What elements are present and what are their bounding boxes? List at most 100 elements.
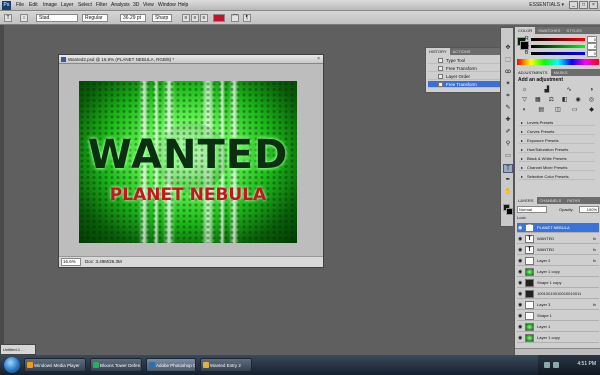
tab-styles[interactable]: STYLES bbox=[563, 27, 584, 34]
taskbar-button[interactable]: Bloons Tower Defen... bbox=[90, 358, 142, 372]
photo-filter-icon[interactable]: ◉ bbox=[575, 97, 582, 104]
layer-row[interactable]: ◉ T WANTED fx bbox=[517, 245, 599, 255]
blend-mode-select[interactable]: Normal bbox=[517, 206, 547, 213]
clock[interactable]: 4:51 PM bbox=[577, 361, 596, 367]
layer-row[interactable]: ◉ Layer 1 copy bbox=[517, 333, 599, 343]
layer-row[interactable]: ◉ Layer 1 bbox=[517, 322, 599, 332]
tab-actions[interactable]: ACTIONS bbox=[450, 48, 474, 55]
levels-icon[interactable]: ▟ bbox=[543, 87, 550, 94]
history-item[interactable]: Free Transform bbox=[428, 65, 510, 72]
character-panel-icon[interactable]: ¶ bbox=[243, 14, 251, 22]
menu-file[interactable]: File bbox=[16, 1, 24, 10]
hue-saturation-icon[interactable]: ▦ bbox=[534, 97, 541, 104]
threshold-icon[interactable]: ◫ bbox=[555, 107, 562, 114]
layer-row[interactable]: ◉ Shape 1 copy bbox=[517, 278, 599, 288]
align-center-icon[interactable]: ≡ bbox=[191, 14, 199, 22]
history-item[interactable]: Layer Order bbox=[428, 73, 510, 80]
layer-thumbnail[interactable] bbox=[525, 268, 534, 276]
layer-name[interactable]: WANTED bbox=[537, 234, 554, 244]
layer-thumbnail[interactable]: T bbox=[525, 246, 534, 254]
layer-thumbnail[interactable]: T bbox=[525, 224, 534, 232]
network-icon[interactable] bbox=[544, 362, 550, 368]
zoom-field[interactable]: 16.6% bbox=[61, 258, 81, 266]
menu-window[interactable]: Window bbox=[158, 1, 176, 10]
blue-value[interactable]: 0 bbox=[587, 50, 597, 57]
red-track[interactable] bbox=[531, 38, 585, 41]
history-item[interactable]: Type Tool bbox=[428, 57, 510, 64]
layer-name[interactable]: Layer 1 copy bbox=[537, 333, 560, 343]
exposure-icon[interactable]: ◑ bbox=[588, 87, 595, 94]
layer-name[interactable]: Layer 3 bbox=[537, 300, 550, 310]
menu-view[interactable]: View bbox=[143, 1, 154, 10]
crop-tool-icon[interactable]: ⌗ bbox=[503, 92, 513, 101]
opacity-field[interactable]: 100% bbox=[579, 206, 599, 213]
visibility-eye-icon[interactable]: ◉ bbox=[518, 225, 522, 231]
visibility-eye-icon[interactable]: ◉ bbox=[518, 324, 522, 330]
taskbar-button[interactable]: Adobe Photoshop C... bbox=[146, 358, 196, 372]
preset-item[interactable]: Levels Presets bbox=[519, 119, 595, 126]
layer-effects-badge[interactable]: fx bbox=[593, 300, 596, 310]
layer-row[interactable]: ◉ Layer 1 copy bbox=[517, 267, 599, 277]
layer-name[interactable]: WANTED bbox=[537, 245, 554, 255]
menu-analysis[interactable]: Analysis bbox=[111, 1, 130, 10]
visibility-eye-icon[interactable]: ◉ bbox=[518, 247, 522, 253]
workspace-switcher[interactable]: ESSENTIALS ▾ bbox=[529, 2, 564, 8]
visibility-eye-icon[interactable]: ◉ bbox=[518, 258, 522, 264]
start-button[interactable] bbox=[4, 357, 20, 373]
visibility-eye-icon[interactable]: ◉ bbox=[518, 236, 522, 242]
visibility-eye-icon[interactable]: ◉ bbox=[518, 302, 522, 308]
brightness-icon[interactable]: ☼ bbox=[521, 87, 528, 94]
layer-effects-badge[interactable]: fx bbox=[593, 245, 596, 255]
font-family-select[interactable]: Stad bbox=[36, 14, 78, 22]
menu-layer[interactable]: Layer bbox=[61, 1, 74, 10]
visibility-eye-icon[interactable]: ◉ bbox=[518, 291, 522, 297]
brush-tool-icon[interactable]: ✐ bbox=[503, 128, 513, 137]
layer-effects-badge[interactable]: fx bbox=[593, 234, 596, 244]
layer-thumbnail[interactable] bbox=[525, 323, 534, 331]
eyedropper-icon[interactable]: ✎ bbox=[503, 104, 513, 113]
color-ramp[interactable] bbox=[517, 59, 599, 65]
blue-slider[interactable]: B 0 bbox=[525, 50, 597, 57]
layer-row[interactable]: ◉ T PLANET NEBULA bbox=[517, 223, 599, 233]
font-size-select[interactable]: 36.29 pt bbox=[120, 14, 146, 22]
tab-paths[interactable]: PATHS bbox=[564, 197, 583, 204]
layer-thumbnail[interactable] bbox=[525, 334, 534, 342]
black-white-icon[interactable]: ◧ bbox=[561, 97, 568, 104]
clone-stamp-icon[interactable]: ⚲ bbox=[503, 140, 513, 149]
maximize-icon[interactable]: □ bbox=[579, 1, 588, 9]
magic-wand-icon[interactable]: ✶ bbox=[503, 80, 513, 89]
volume-icon[interactable] bbox=[553, 362, 559, 368]
artwork-canvas[interactable]: WANTED PLANET NEBULA bbox=[79, 81, 297, 243]
antialias-select[interactable]: Sharp bbox=[152, 14, 172, 22]
type-tool-icon[interactable]: T bbox=[4, 14, 12, 22]
layer-row[interactable]: ◉ Shape 1 bbox=[517, 311, 599, 321]
preset-item[interactable]: Black & White Presets bbox=[519, 155, 595, 162]
taskbar-button[interactable]: Windows Media Player bbox=[24, 358, 86, 372]
eraser-icon[interactable]: ▭ bbox=[503, 152, 513, 161]
tab-adjustments[interactable]: ADJUSTMENTS bbox=[515, 69, 551, 76]
tab-channels[interactable]: CHANNELS bbox=[537, 197, 565, 204]
marquee-tool-icon[interactable]: ⬚ bbox=[503, 56, 513, 65]
channel-mixer-icon[interactable]: ◎ bbox=[588, 97, 595, 104]
layer-name[interactable]: Shape 1 bbox=[537, 311, 552, 321]
layer-name[interactable]: Layer 2 bbox=[537, 256, 550, 266]
color-balance-icon[interactable]: ⚖ bbox=[548, 97, 555, 104]
menu-select[interactable]: Select bbox=[78, 1, 92, 10]
preset-item[interactable]: Curves Presets bbox=[519, 128, 595, 135]
hand-tool-icon[interactable]: ✋ bbox=[503, 188, 513, 197]
layer-thumbnail[interactable] bbox=[525, 257, 534, 265]
selective-color-icon[interactable]: ◆ bbox=[588, 107, 595, 114]
document-title[interactable]: Wanted2.psd @ 16.9% (PLANET NEBULA, RGB/… bbox=[59, 55, 323, 64]
menu-help[interactable]: Help bbox=[178, 1, 188, 10]
visibility-eye-icon[interactable]: ◉ bbox=[518, 335, 522, 341]
tab-history[interactable]: HISTORY bbox=[426, 48, 450, 55]
layer-row[interactable]: ◉ 10010010010010010011 bbox=[517, 289, 599, 299]
green-slider[interactable]: G 0 bbox=[525, 43, 597, 50]
healing-brush-icon[interactable]: ✚ bbox=[503, 116, 513, 125]
vibrance-icon[interactable]: ▽ bbox=[521, 97, 528, 104]
menu-3d[interactable]: 3D bbox=[133, 1, 139, 10]
tab-layers[interactable]: LAYERS bbox=[515, 197, 537, 204]
layer-name[interactable]: PLANET NEBULA bbox=[537, 223, 570, 233]
tab-swatches[interactable]: SWATCHES bbox=[535, 27, 563, 34]
layer-row[interactable]: ◉ Layer 2 fx bbox=[517, 256, 599, 266]
